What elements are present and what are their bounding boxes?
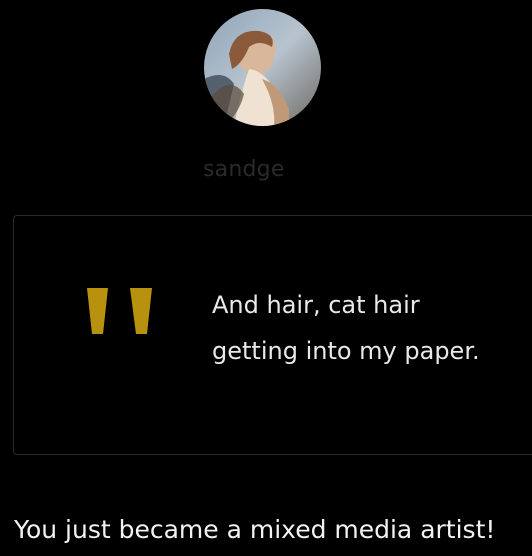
reply-text: You just became a mixed media artist! xyxy=(14,515,496,544)
quote-text: And hair, cat hair getting into my paper… xyxy=(212,291,480,365)
quote-mark-icon xyxy=(86,286,154,336)
avatar-image xyxy=(204,9,321,126)
avatar[interactable] xyxy=(204,9,321,126)
username[interactable]: sandge xyxy=(203,157,285,182)
